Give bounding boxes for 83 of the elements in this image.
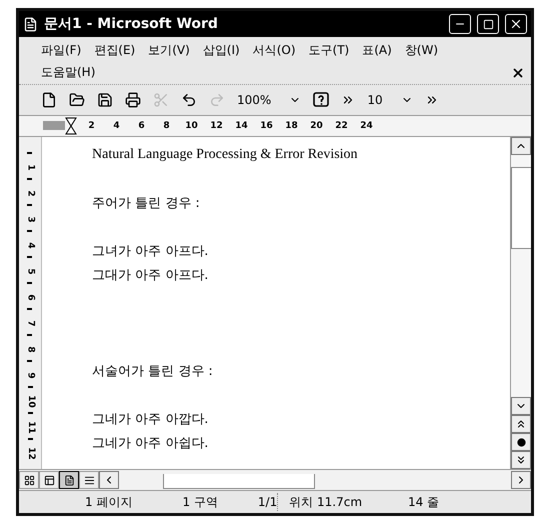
menu-item[interactable]: 도움말(H) [41, 64, 96, 81]
status-text: 14 줄 [408, 494, 440, 510]
undo-icon[interactable] [181, 92, 197, 108]
minimize-button[interactable] [449, 14, 471, 34]
ruler-number: 2 [24, 190, 36, 197]
ruler-number: 22 [334, 121, 349, 131]
menu-item[interactable]: 창(W) [404, 42, 438, 59]
scroll-thumb[interactable] [163, 474, 315, 489]
ruler-number: 4 [112, 121, 121, 131]
menu-item[interactable]: 표(A) [362, 42, 392, 59]
layout-view-icon [44, 474, 54, 486]
ruler-number: 18 [284, 121, 299, 131]
maximize-button[interactable] [477, 14, 499, 34]
dot-icon [516, 438, 526, 446]
menu-item[interactable]: 삽입(I) [202, 42, 240, 59]
ruler-number: 12 [24, 447, 36, 460]
maximize-icon [482, 18, 494, 30]
ruler-number: 2 [87, 121, 96, 131]
scroll-down-button[interactable] [511, 397, 531, 415]
menu-item[interactable]: 보기(V) [148, 42, 190, 59]
ruler-number: 10 [24, 395, 36, 408]
printer-icon[interactable] [125, 92, 141, 108]
view-button[interactable] [79, 471, 99, 489]
folder-icon[interactable] [69, 92, 85, 108]
double-down-arrow-icon [515, 454, 527, 466]
menu-item[interactable]: 편집(E) [94, 42, 136, 59]
ruler-number: 24 [359, 121, 374, 131]
status-text: 1 구역 [182, 494, 218, 510]
scroll-thumb[interactable] [511, 167, 531, 249]
document-line: 그대가 아주 아프다. [92, 267, 208, 284]
ruler-number: 11 [24, 421, 36, 434]
double-up-arrow-icon [515, 418, 527, 430]
ruler-number: 7 [24, 320, 36, 327]
view-button[interactable] [19, 471, 39, 489]
browse-object-button[interactable] [511, 433, 531, 451]
ruler-number: 20 [309, 121, 324, 131]
document-line: 서술어가 틀린 경우 : [92, 363, 213, 380]
ruler-number: 4 [24, 242, 36, 249]
document-line: 그녀가 아주 아프다. [92, 243, 208, 260]
vertical-scrollbar[interactable] [510, 137, 531, 469]
zoom-field[interactable]: 100% [237, 93, 272, 107]
document-heading: Natural Language Processing & Error Revision [92, 147, 358, 163]
view-button[interactable] [59, 471, 79, 489]
ruler-number: 1 [24, 164, 36, 171]
ruler-number: 8 [24, 346, 36, 353]
scroll-left-button[interactable] [99, 471, 119, 489]
previous-page-button[interactable] [511, 415, 531, 433]
indent-marker-icon[interactable] [43, 117, 79, 135]
ruler-number: 10 [184, 121, 199, 131]
font-size-field[interactable]: 10 [367, 93, 383, 107]
close-icon[interactable] [511, 66, 525, 80]
menu-item[interactable]: 서식(O) [252, 42, 296, 59]
view-button[interactable] [39, 471, 59, 489]
status-text: 1 페이지 [85, 494, 132, 510]
ruler-number: 3 [24, 216, 36, 223]
close-button[interactable] [505, 14, 527, 34]
scroll-up-button[interactable] [511, 137, 531, 155]
close-icon [509, 17, 523, 31]
document-line: 주어가 틀린 경우 : [92, 195, 200, 212]
ruler-number: 12 [209, 121, 224, 131]
page-view-icon [64, 474, 74, 486]
outline-view-icon [84, 474, 94, 486]
document-icon[interactable] [41, 92, 57, 108]
floppy-icon[interactable] [97, 92, 113, 108]
status-text: 위치 11.7cm [289, 494, 362, 510]
document-line: 그네가 아주 아쉽다. [92, 435, 208, 452]
ruler-number: 16 [259, 121, 274, 131]
next-page-button[interactable] [511, 451, 531, 469]
ruler-number: 14 [234, 121, 249, 131]
menu-item[interactable]: 파일(F) [41, 42, 82, 59]
ruler-number: 6 [24, 294, 36, 301]
scroll-right-button[interactable] [511, 471, 531, 489]
ruler-number: 6 [137, 121, 146, 131]
menu-item[interactable]: 도구(T) [308, 42, 350, 59]
grid-view-icon [24, 474, 34, 486]
app-icon [23, 16, 38, 32]
document-line: 그네가 아주 아깝다. [92, 411, 208, 428]
ruler-number: 8 [162, 121, 171, 131]
ruler-number: 9 [24, 372, 36, 379]
status-text: 1/1 [258, 495, 278, 509]
window-title: 문서1 - Microsoft Word [44, 15, 219, 33]
ruler-number: 5 [24, 268, 36, 275]
help-icon[interactable] [313, 92, 330, 108]
